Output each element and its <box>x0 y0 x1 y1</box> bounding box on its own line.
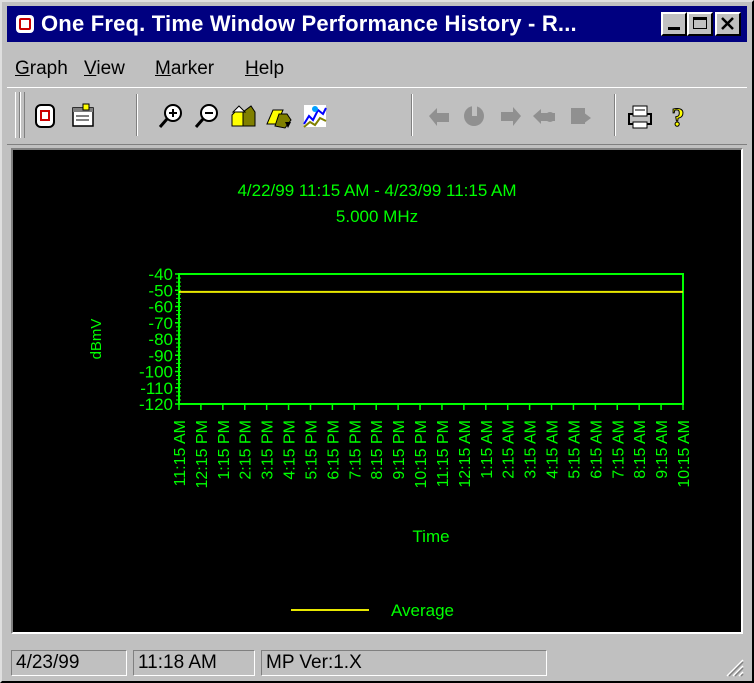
menu-mnemonic: M <box>155 58 171 79</box>
app-icon[interactable] <box>15 14 35 34</box>
x-tick-label: 8:15 AM <box>632 420 649 479</box>
legend-label: Average <box>391 601 454 620</box>
menu-mnemonic: H <box>245 58 259 79</box>
x-tick-label: 9:15 PM <box>391 420 408 480</box>
menu-help[interactable]: Help <box>245 58 284 80</box>
status-time: 11:18 AM <box>133 650 255 676</box>
maximize-button[interactable] <box>687 12 713 36</box>
status-bar: 4/23/99 11:18 AM MP Ver:1.X <box>7 650 747 680</box>
x-tick-label: 2:15 PM <box>238 420 255 480</box>
menu-bar: Graph View Marker Help <box>7 48 747 84</box>
close-icon <box>721 17 734 30</box>
print-icon[interactable] <box>625 102 653 130</box>
status-version: MP Ver:1.X <box>261 650 547 676</box>
forward-icon[interactable] <box>265 102 293 130</box>
properties-icon[interactable] <box>69 102 97 130</box>
help-icon[interactable]: ? <box>664 102 692 131</box>
menu-label: elp <box>258 58 285 79</box>
x-tick-label: 8:15 PM <box>369 420 386 480</box>
x-tick-label: 6:15 PM <box>325 420 342 480</box>
x-axis-label: Time <box>412 527 449 546</box>
x-tick-label: 4:15 AM <box>545 420 562 479</box>
chart-svg: 4/22/99 11:15 AM - 4/23/99 11:15 AM 5.000… <box>88 181 693 620</box>
resize-grip-icon[interactable] <box>721 654 745 678</box>
x-tick-label: 6:15 AM <box>588 420 605 479</box>
x-tick-label: 12:15 PM <box>194 420 211 488</box>
main-window: One Freq. Time Window Performance Histor… <box>0 0 754 683</box>
database-icon[interactable] <box>31 102 59 130</box>
plot-frame <box>178 273 684 405</box>
menu-mnemonic: G <box>15 58 30 79</box>
menu-mnemonic: V <box>84 58 97 79</box>
chart-title: 4/22/99 11:15 AM - 4/23/99 11:15 AM <box>237 181 516 200</box>
next-marker-icon <box>501 107 521 126</box>
close-button[interactable] <box>715 12 741 36</box>
x-tick-label: 11:15 AM <box>172 420 189 486</box>
svg-text:?: ? <box>672 103 685 130</box>
chart-subtitle: 5.000 MHz <box>336 207 418 226</box>
minimize-button[interactable] <box>661 12 687 36</box>
toolbar: ? <box>7 87 747 145</box>
toolbar-grip[interactable] <box>20 92 25 138</box>
marker-3-icon <box>571 108 591 124</box>
window-title: One Freq. Time Window Performance Histor… <box>41 11 577 36</box>
chart-icon[interactable] <box>301 102 329 130</box>
x-tick-label: 4:15 PM <box>282 420 299 480</box>
menu-label: iew <box>96 58 125 79</box>
y-tick-label: -120 <box>139 395 173 414</box>
menu-view[interactable]: View <box>84 58 125 80</box>
x-tick-label: 5:15 AM <box>566 420 583 479</box>
menu-graph[interactable]: Graph <box>15 58 68 80</box>
x-tick-label: 10:15 PM <box>413 420 430 488</box>
zoom-in-icon[interactable] <box>157 102 185 130</box>
menu-label: arker <box>170 58 215 79</box>
toolbar-separator <box>136 94 138 136</box>
toolbar-separator <box>411 94 413 136</box>
x-tick-label: 9:15 AM <box>654 420 671 479</box>
x-tick-label: 10:15 AM <box>676 420 693 488</box>
x-tick-label: 7:15 PM <box>347 420 364 480</box>
toolbar-separator <box>614 94 616 136</box>
x-tick-label: 2:15 AM <box>501 420 518 479</box>
menu-marker[interactable]: Marker <box>155 58 214 80</box>
title-bar[interactable]: One Freq. Time Window Performance Histor… <box>7 6 747 42</box>
maximize-icon <box>693 17 707 29</box>
x-tick-label: 1:15 AM <box>479 420 496 479</box>
zoom-out-icon[interactable] <box>193 102 221 130</box>
status-date: 4/23/99 <box>11 650 127 676</box>
prev-marker-icon <box>429 108 449 126</box>
x-tick-label: 7:15 AM <box>610 420 627 479</box>
x-tick-label: 3:15 PM <box>260 420 277 480</box>
menu-label: raph <box>29 58 68 79</box>
marker-2-icon <box>533 109 555 124</box>
x-tick-label: 12:15 AM <box>457 420 474 488</box>
x-tick-label: 3:15 AM <box>523 420 540 479</box>
home-icon[interactable] <box>229 102 257 130</box>
x-tick-label: 11:15 PM <box>435 420 452 487</box>
x-tick-label: 5:15 PM <box>303 420 320 480</box>
marker-icon <box>464 106 484 126</box>
minimize-icon <box>668 27 680 30</box>
x-tick-label: 1:15 PM <box>216 420 233 480</box>
chart-area: 4/22/99 11:15 AM - 4/23/99 11:15 AM 5.000… <box>11 148 743 634</box>
y-axis-label: dBmV <box>88 319 105 360</box>
